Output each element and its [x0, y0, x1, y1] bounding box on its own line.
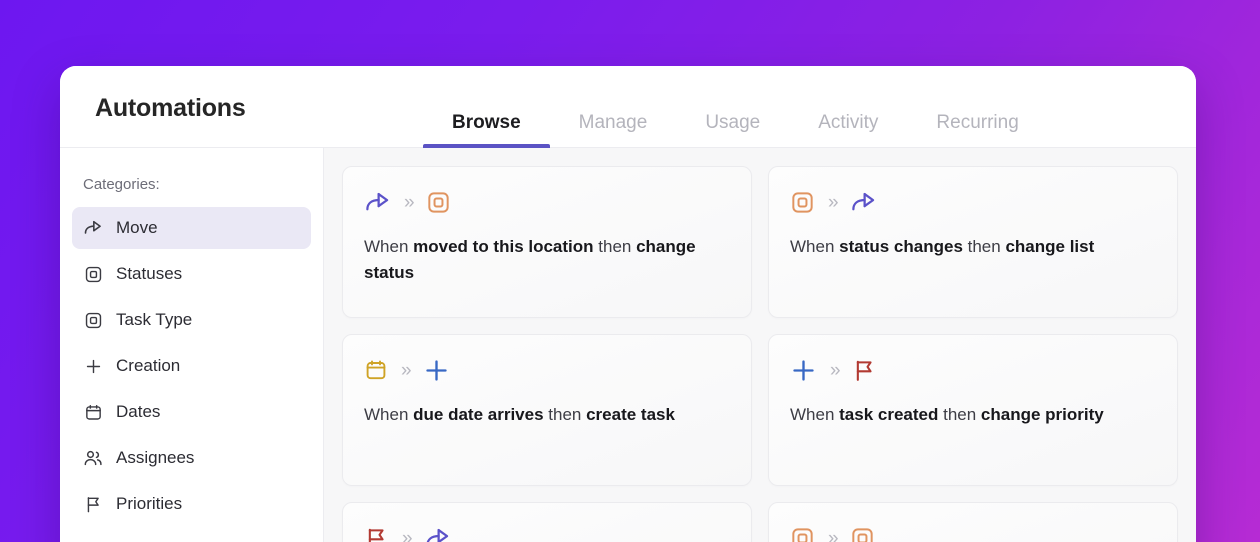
sidebar-item-dates[interactable]: Dates: [72, 391, 311, 433]
sidebar-item-label: Move: [116, 218, 158, 237]
separator-chevron: »: [830, 359, 840, 381]
tab-recurring[interactable]: Recurring: [907, 66, 1047, 148]
card-description: When task created then change priority: [790, 405, 1104, 424]
automation-card-grid: » When moved to this location then chang…: [324, 148, 1196, 542]
sidebar-item-assignees[interactable]: Assignees: [72, 437, 311, 479]
card-icon-row: »: [790, 187, 1156, 217]
sidebar-item-label: Assignees: [116, 448, 195, 467]
sidebar-item-creation[interactable]: Creation: [72, 345, 311, 387]
status-square-icon: [426, 190, 451, 215]
status-square-icon: [790, 526, 815, 542]
card-icon-row: »: [364, 355, 730, 385]
automation-card[interactable]: » When due date arrives then create task: [342, 334, 752, 486]
sidebar-item-label: Task Type: [116, 310, 193, 329]
sidebar-item-task-type[interactable]: Task Type: [72, 299, 311, 341]
card-icon-row: »: [364, 523, 730, 542]
sidebar-item-label: Creation: [116, 356, 181, 375]
flag-icon: [364, 526, 389, 542]
separator-chevron: »: [401, 359, 411, 381]
automation-card[interactable]: » When task created then change priority: [768, 334, 1178, 486]
move-arrow-icon: [850, 189, 877, 216]
move-arrow-icon: [424, 525, 451, 542]
card-icon-row: »: [364, 187, 730, 217]
automation-card[interactable]: » When status changes then change list: [768, 166, 1178, 318]
separator-chevron: »: [828, 191, 838, 213]
tab-usage[interactable]: Usage: [676, 66, 789, 148]
sidebar-item-label: Priorities: [116, 494, 183, 513]
categories-sidebar: Categories: Move Statuses Task Type Crea…: [60, 148, 324, 542]
app-window: Automations Browse Manage Usage Activity…: [60, 66, 1196, 542]
move-arrow-icon: [364, 189, 391, 216]
sidebar-item-label: Statuses: [116, 264, 183, 283]
sidebar-item-label: Dates: [116, 402, 161, 421]
card-description: When moved to this location then change …: [364, 237, 696, 283]
status-square-icon: [850, 526, 875, 542]
status-square-icon: [83, 264, 103, 284]
sidebar-item-statuses[interactable]: Statuses: [72, 253, 311, 295]
automation-card[interactable]: »: [342, 502, 752, 542]
flag-icon: [852, 358, 877, 383]
sidebar-item-move[interactable]: Move: [72, 207, 311, 249]
people-icon: [83, 448, 103, 468]
card-icon-row: »: [790, 523, 1156, 542]
separator-chevron: »: [402, 527, 412, 542]
tab-manage[interactable]: Manage: [550, 66, 677, 148]
sidebar-item-priorities[interactable]: Priorities: [72, 483, 311, 525]
card-description: When status changes then change list: [790, 237, 1095, 256]
page-title: Automations: [95, 94, 246, 122]
categories-label: Categories:: [83, 176, 160, 193]
plus-icon: [83, 356, 103, 376]
card-icon-row: »: [790, 355, 1156, 385]
flag-icon: [83, 494, 103, 514]
automation-card[interactable]: » When moved to this location then chang…: [342, 166, 752, 318]
app-header: Automations Browse Manage Usage Activity…: [60, 66, 1196, 148]
app-body: Categories: Move Statuses Task Type Crea…: [60, 148, 1196, 542]
calendar-icon: [83, 402, 103, 422]
plus-icon: [423, 357, 450, 384]
status-square-icon: [790, 190, 815, 215]
plus-icon: [790, 357, 817, 384]
tab-bar: Browse Manage Usage Activity Recurring: [423, 66, 1048, 148]
task-type-square-icon: [83, 310, 103, 330]
separator-chevron: »: [828, 527, 838, 542]
move-arrow-icon: [83, 218, 103, 238]
card-description: When due date arrives then create task: [364, 405, 675, 424]
automation-card[interactable]: »: [768, 502, 1178, 542]
tab-activity[interactable]: Activity: [789, 66, 907, 148]
separator-chevron: »: [404, 191, 414, 213]
calendar-icon: [364, 358, 388, 382]
tab-browse[interactable]: Browse: [423, 66, 550, 148]
